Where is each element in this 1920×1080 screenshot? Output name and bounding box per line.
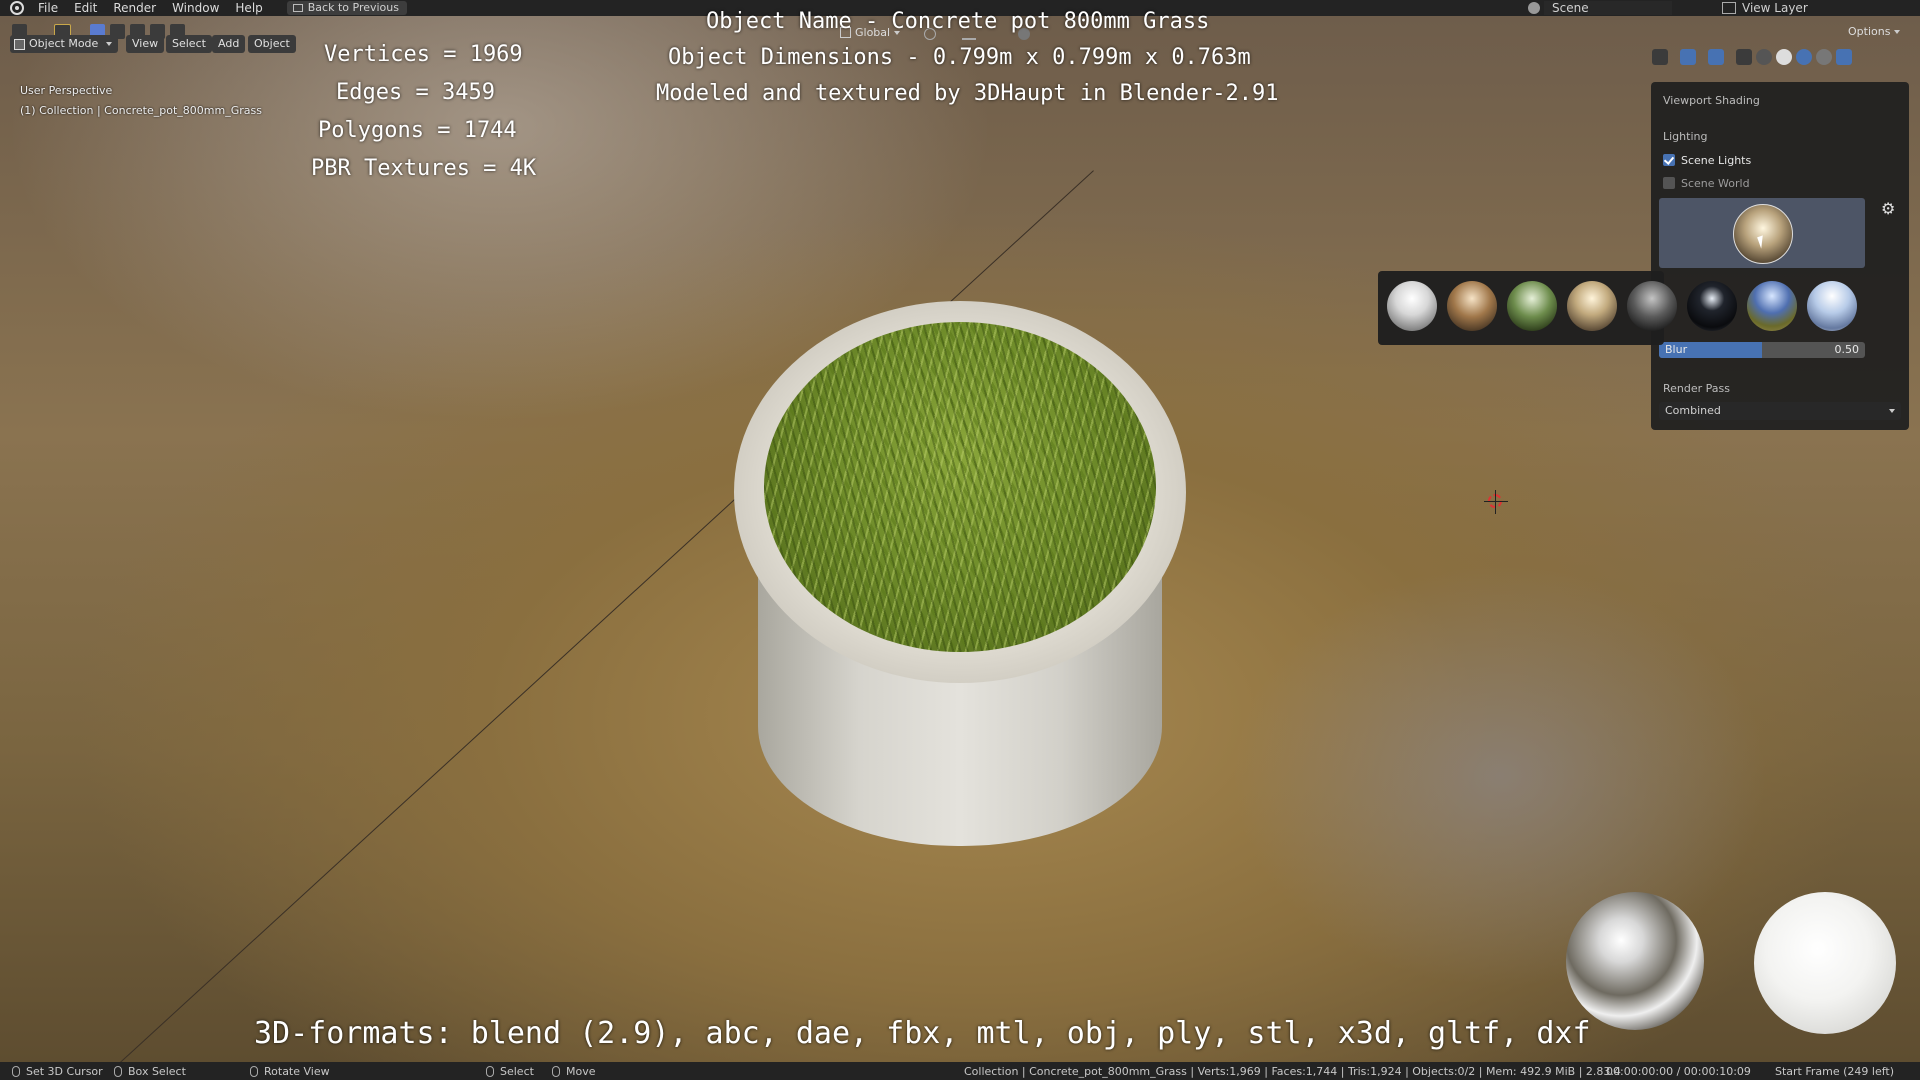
scene-field[interactable]: Scene [1544,1,1672,15]
menu-edit[interactable]: Edit [66,0,105,16]
back-to-previous-button[interactable]: Back to Previous [286,1,407,15]
viewport-header-right-icons [1652,49,1852,67]
menu-file[interactable]: File [30,0,66,16]
scene-selector[interactable]: Scene [1528,0,1672,16]
edges-count-text: Edges = 3459 [336,80,495,105]
pbr-textures-text: PBR Textures = 4K [311,156,537,181]
object-mode-dropdown[interactable]: Object Mode [10,35,118,53]
hdri-4-icon[interactable] [1567,281,1617,331]
options-dropdown[interactable]: Options [1848,25,1901,38]
material-preview-shading-icon[interactable] [1796,49,1812,65]
object-mode-label: Object Mode [29,37,99,50]
status-scene-stats: Collection | Concrete_pot_800mm_Grass | … [964,1065,1621,1078]
scene-world-label: Scene World [1681,177,1750,190]
scene-icon [1528,2,1540,14]
status-rotate-view-label: Rotate View [264,1065,330,1078]
back-to-previous-label: Back to Previous [307,1,399,14]
mouse-drag-icon [114,1066,122,1077]
xray-icon[interactable] [1736,49,1752,65]
viewport-collection-label: (1) Collection | Concrete_pot_800mm_Gras… [20,104,262,117]
solid-shading-icon[interactable] [1776,49,1792,65]
status-select: Select [486,1065,534,1078]
hdri-picker [1378,271,1857,345]
render-pass-dropdown[interactable]: Combined [1659,402,1901,420]
gizmo-toggle-icon[interactable] [1680,49,1696,65]
hdri-5-icon[interactable] [1627,281,1677,331]
hdri-2-icon[interactable] [1447,281,1497,331]
visibility-icon[interactable] [1652,49,1668,65]
status-bar: Set 3D Cursor Box Select Rotate View Sel… [0,1062,1920,1080]
hdri-preview-button[interactable] [1659,198,1865,268]
status-rotate-view: Rotate View [250,1065,330,1078]
status-box-select-label: Box Select [128,1065,186,1078]
diffuse-sphere-preview [1754,892,1896,1034]
mouse-right-icon [486,1066,494,1077]
status-start-frame: Start Frame (249 left) [1775,1065,1895,1078]
render-pass-heading: Render Pass [1663,382,1730,395]
status-select-label: Select [500,1065,534,1078]
status-set-cursor-label: Set 3D Cursor [26,1065,103,1078]
gear-icon[interactable]: ⚙ [1881,199,1895,218]
overlay-toggle-icon[interactable] [1708,49,1724,65]
status-box-select: Box Select [114,1065,186,1078]
viewport-shading-title: Viewport Shading [1663,94,1760,107]
main-menu: File Edit Render Window Help [30,0,271,16]
render-pass-value: Combined [1665,404,1721,417]
view-layer-icon [1722,2,1736,14]
hdri-1-icon[interactable] [1387,281,1437,331]
view-layer-selector[interactable]: View Layer [1722,0,1808,16]
options-label: Options [1848,25,1891,38]
screen-icon [292,4,303,12]
scene-world-checkbox[interactable] [1663,177,1675,189]
chrome-sphere-preview [1566,892,1704,1030]
hdri-6-icon[interactable] [1687,281,1737,331]
menu-object[interactable]: Object [248,35,296,53]
viewport-shading-panel: Viewport Shading Lighting Scene Lights S… [1651,82,1909,430]
object-dimensions-text: Object Dimensions - 0.799m x 0.799m x 0.… [668,45,1251,70]
viewport-perspective-label: User Perspective [20,84,113,97]
polygons-count-text: Polygons = 1744 [318,118,517,143]
menu-window[interactable]: Window [164,0,227,16]
menu-view[interactable]: View [126,35,165,53]
menu-help[interactable]: Help [227,0,270,16]
wireframe-shading-icon[interactable] [1756,49,1772,65]
3d-viewport[interactable] [0,16,1920,1062]
status-move: Move [552,1065,596,1078]
menu-render[interactable]: Render [105,0,164,16]
mouse-middle-icon [250,1066,258,1077]
status-timecode: 00:00:00:00 / 00:00:10:09 [1606,1065,1751,1078]
blur-label: Blur [1665,343,1688,356]
hdri-8-icon[interactable] [1807,281,1857,331]
scene-lights-checkbox[interactable] [1663,154,1675,166]
view-layer-field[interactable]: View Layer [1742,1,1808,15]
scene-lights-label: Scene Lights [1681,154,1752,167]
blender-logo-icon[interactable] [10,1,24,15]
blur-value: 0.50 [1834,343,1860,356]
status-set-cursor: Set 3D Cursor [12,1065,103,1078]
credit-text: Modeled and textured by 3DHaupt in Blend… [656,81,1279,106]
mouse-left-icon [12,1066,20,1077]
chevron-down-icon [1889,409,1895,413]
formats-text: 3D-formats: blend (2.9), abc, dae, fbx, … [254,1016,1591,1051]
grass [764,322,1156,652]
chevron-down-icon [106,42,112,46]
object-name-text: Object Name - Concrete pot 800mm Grass [706,9,1210,34]
rendered-shading-icon[interactable] [1816,49,1832,65]
blur-slider[interactable]: Blur 0.50 [1659,342,1865,358]
shading-popover-chevron-icon[interactable] [1836,49,1852,65]
hdri-3-icon[interactable] [1507,281,1557,331]
menu-select[interactable]: Select [166,35,212,53]
chevron-down-icon [1894,29,1901,34]
hdri-7-icon[interactable] [1747,281,1797,331]
vertices-count-text: Vertices = 1969 [324,42,523,67]
object-mode-icon [14,38,25,50]
mouse-right-drag-icon [552,1066,560,1077]
3d-cursor-icon [1484,490,1508,514]
menu-add[interactable]: Add [212,35,246,53]
status-move-label: Move [566,1065,596,1078]
lighting-heading: Lighting [1663,130,1708,143]
hdri-current-icon [1733,204,1793,264]
